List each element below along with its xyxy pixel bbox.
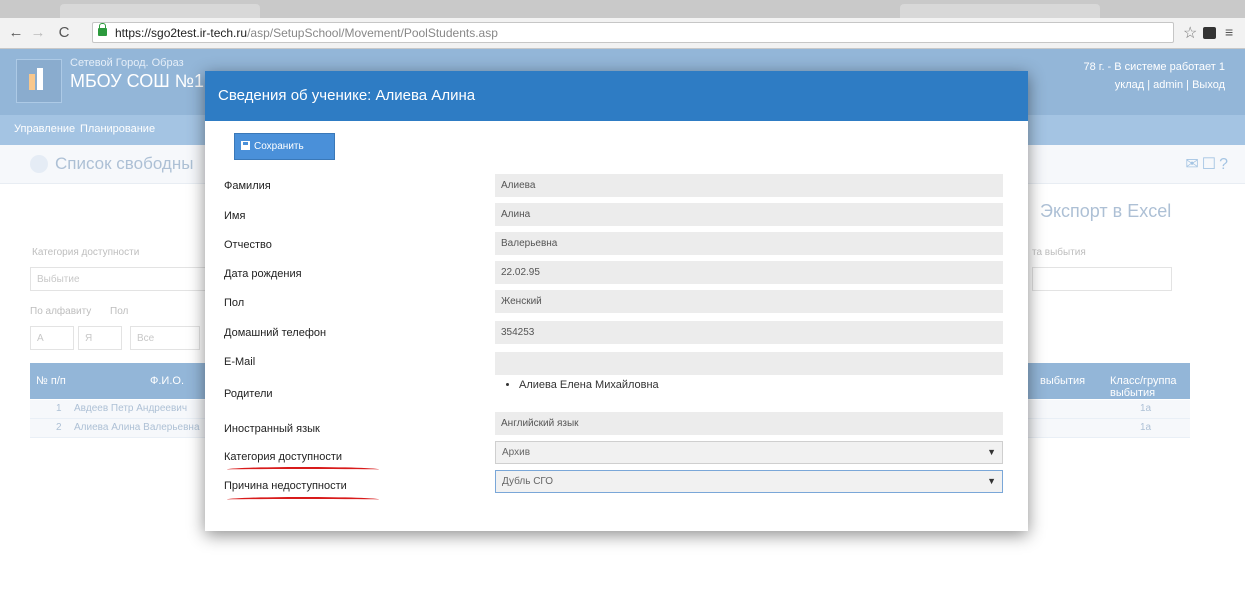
field-label-language: Иностранный язык (224, 423, 320, 435)
field-label-gender: Пол (224, 297, 245, 309)
availability-select[interactable]: Архив ▼ (495, 441, 1003, 464)
field-label-patronymic: Отчество (224, 239, 272, 251)
field-patronymic[interactable]: Валерьевна (495, 232, 1003, 255)
field-label-lastname: Фамилия (224, 180, 271, 192)
field-label-birthdate: Дата рождения (224, 268, 302, 280)
field-label-reason: Причина недоступности (224, 480, 347, 492)
browser-tabstrip (0, 0, 1245, 18)
field-gender[interactable]: Женский (495, 290, 1003, 313)
lock-icon (98, 23, 107, 36)
field-birthdate[interactable]: 22.02.95 (495, 261, 1003, 284)
browser-toolbar: ← → C https://sgo2test.ir-tech.ru/asp/Se… (0, 18, 1245, 49)
browser-menu-icon[interactable]: ≡ (1225, 24, 1233, 40)
forward-icon[interactable]: → (28, 23, 48, 43)
reload-icon[interactable]: C (54, 23, 74, 43)
field-label-firstname: Имя (224, 210, 246, 222)
field-label-parents: Родители (224, 388, 273, 400)
red-annotation-underline (227, 467, 379, 472)
field-language[interactable]: Английский язык (495, 412, 1003, 435)
chevron-down-icon: ▼ (987, 476, 996, 486)
browser-tab[interactable] (60, 4, 260, 18)
bookmark-star-icon[interactable]: ☆ (1183, 23, 1197, 43)
field-label-email: E-Mail (224, 356, 256, 368)
extension-icon[interactable] (1203, 27, 1216, 39)
url-path: /asp/SetupSchool/Movement/PoolStudents.a… (247, 26, 498, 40)
student-info-dialog: Сведения об ученике: Алиева Алина Сохран… (205, 71, 1028, 531)
url-host: https://sgo2test.ir-tech.ru (115, 26, 248, 40)
field-firstname[interactable]: Алина (495, 203, 1003, 226)
field-phone[interactable]: 354253 (495, 321, 1003, 344)
chevron-down-icon: ▼ (987, 447, 996, 457)
availability-selected-value: Архив (502, 447, 531, 458)
save-button-label: Сохранить (254, 141, 304, 152)
field-label-phone: Домашний телефон (224, 327, 327, 339)
field-lastname[interactable]: Алиева (495, 174, 1003, 197)
list-item[interactable]: Алиева Елена Михайловна (519, 379, 659, 391)
reason-selected-value: Дубль СГО (502, 476, 554, 487)
dialog-title: Сведения об ученике: Алиева Алина (205, 71, 1028, 121)
save-button[interactable]: Сохранить (234, 133, 335, 160)
reason-select[interactable]: Дубль СГО ▼ (495, 470, 1003, 493)
field-email[interactable] (495, 352, 1003, 375)
parents-list: Алиева Елена Михайловна (505, 379, 659, 391)
address-bar[interactable]: https://sgo2test.ir-tech.ru/asp/SetupSch… (92, 22, 1174, 43)
browser-tab[interactable] (900, 4, 1100, 18)
red-annotation-underline (227, 497, 379, 502)
back-icon[interactable]: ← (6, 23, 26, 43)
field-label-availability: Категория доступности (224, 451, 343, 463)
save-disk-icon (241, 141, 250, 150)
